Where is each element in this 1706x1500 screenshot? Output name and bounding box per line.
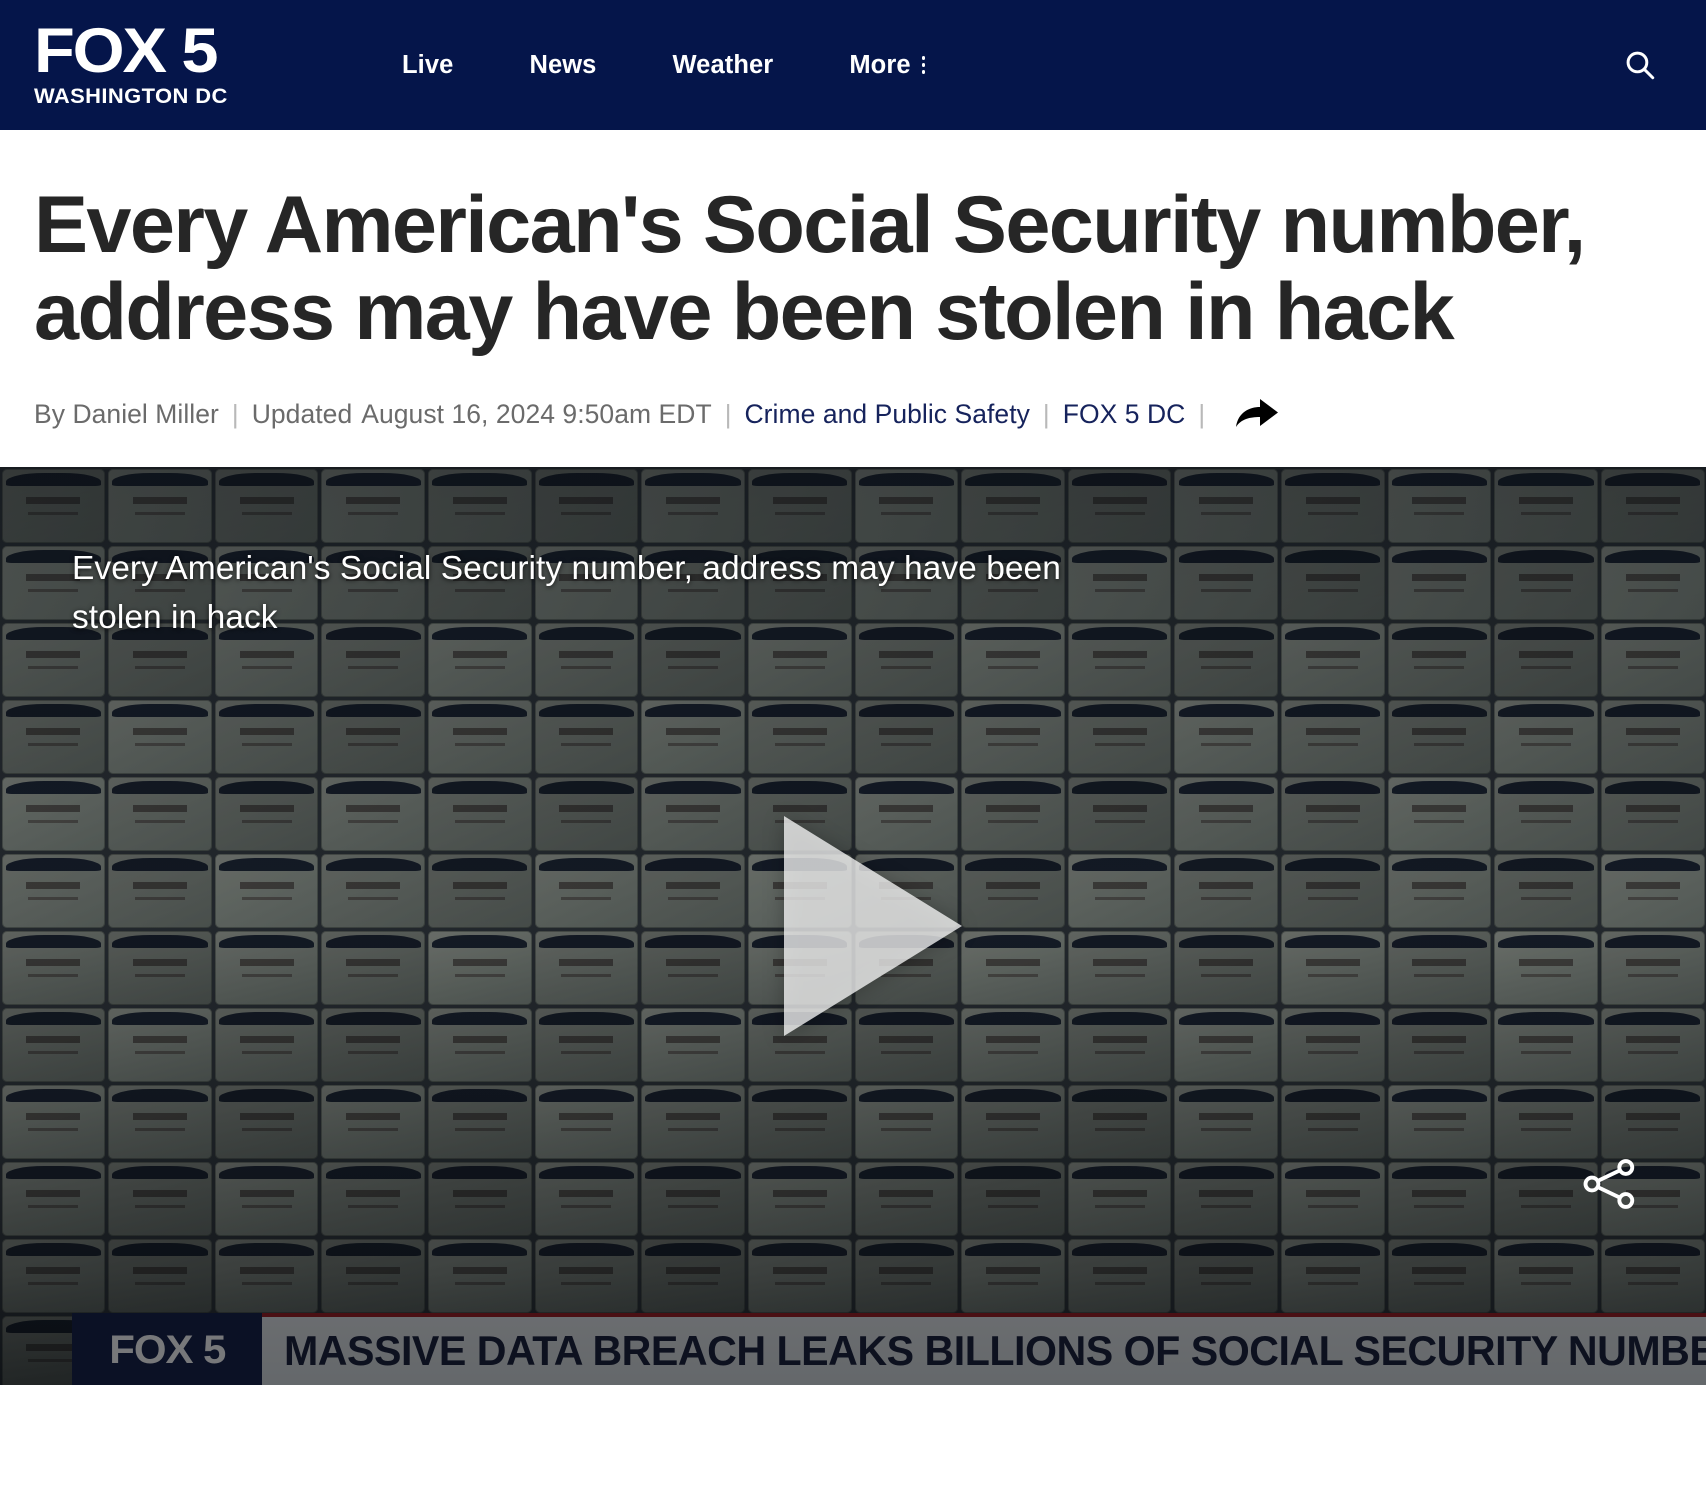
nav-label-more: More: [849, 50, 911, 79]
main-navigation: Live News Weather More: [364, 51, 935, 80]
nav-item-live[interactable]: Live: [364, 51, 491, 80]
chyron-logo-text: FOX 5: [108, 1328, 226, 1373]
video-title: Every American's Social Security number,…: [72, 550, 1061, 636]
nav-label-weather: Weather: [672, 50, 774, 79]
play-triangle-icon: [784, 816, 962, 1037]
video-share-button[interactable]: [1574, 1149, 1644, 1219]
chyron-headline: MASSIVE DATA BREACH LEAKS BILLIONS OF SO…: [262, 1313, 1706, 1386]
share-nodes-icon: [1583, 1159, 1635, 1210]
byline-source-link[interactable]: FOX 5 DC: [1063, 399, 1186, 430]
byline-updated-date: August 16, 2024 9:50am EDT: [361, 398, 712, 429]
nav-item-more[interactable]: More: [811, 51, 935, 80]
search-button[interactable]: [1618, 43, 1662, 87]
video-player[interactable]: Every American's Social Security number,…: [0, 467, 1706, 1386]
byline-category-link[interactable]: Crime and Public Safety: [745, 399, 1030, 430]
byline-updated-label: Updated: [251, 398, 353, 429]
chyron-banner: FOX 5 MASSIVE DATA BREACH LEAKS BILLIONS…: [72, 1313, 1706, 1386]
share-button[interactable]: [1234, 397, 1280, 431]
brand-name: FOX 5: [34, 15, 219, 86]
byline-separator-2: |: [724, 398, 732, 429]
nav-item-news[interactable]: News: [491, 51, 634, 80]
byline: By Daniel Miller | Updated August 16, 20…: [34, 397, 1672, 431]
site-logo[interactable]: FOX 5 WASHINGTON DC: [34, 15, 266, 108]
byline-separator-3: |: [1042, 398, 1050, 429]
chyron-headline-text: MASSIVE DATA BREACH LEAKS BILLIONS OF SO…: [284, 1327, 1706, 1375]
brand-market: WASHINGTON DC: [34, 83, 228, 108]
nav-label-live: Live: [402, 50, 454, 79]
chyron-logo: FOX 5: [72, 1313, 262, 1386]
nav-label-news: News: [529, 50, 597, 79]
site-header: FOX 5 WASHINGTON DC Live News Weather Mo…: [0, 0, 1706, 130]
nav-item-weather[interactable]: Weather: [634, 51, 811, 80]
byline-separator-1: |: [231, 398, 239, 429]
play-button[interactable]: [738, 811, 968, 1041]
byline-separator-4: |: [1198, 398, 1206, 429]
article-header: Every American's Social Security number,…: [0, 180, 1706, 432]
page-title: Every American's Social Security number,…: [34, 180, 1586, 357]
share-arrow-icon: [1236, 399, 1279, 428]
search-icon: [1626, 51, 1655, 80]
kebab-vertical-icon: [921, 53, 926, 77]
byline-author: By Daniel Miller: [34, 398, 219, 429]
